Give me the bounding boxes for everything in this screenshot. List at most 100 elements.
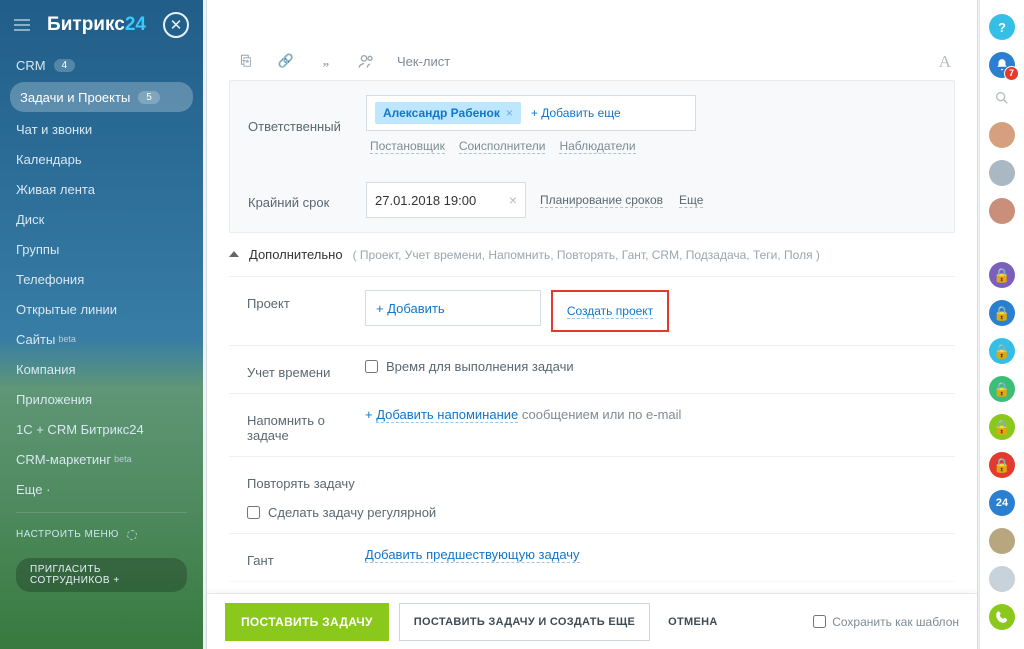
task-panel: ⎘ 🔗 „ Чек-лист A Ответственный Александр… — [207, 0, 977, 649]
sidebar-item-crm[interactable]: CRM 4 — [0, 50, 203, 80]
avatar[interactable] — [989, 528, 1015, 554]
accordion-toggle[interactable]: Дополнительно ( Проект, Учет времени, На… — [229, 233, 955, 276]
bell-icon[interactable]: 7 — [989, 52, 1015, 78]
cancel-button[interactable]: ОТМЕНА — [668, 616, 717, 628]
sidebar-item-label: Календарь — [16, 152, 82, 167]
create-project-link[interactable]: Создать проект — [567, 304, 653, 319]
editor-toolbar: ⎘ 🔗 „ Чек-лист A — [229, 8, 955, 80]
repeat-checkbox-row[interactable]: Сделать задачу регулярной — [247, 505, 436, 520]
avatar[interactable] — [989, 198, 1015, 224]
sidebar-item-label: Компания — [16, 362, 76, 377]
time-checkbox[interactable] — [365, 360, 378, 373]
gantt-label: Гант — [247, 547, 365, 568]
sidebar-item-label: Сайты — [16, 332, 55, 347]
lock-icon[interactable]: 🔒 — [989, 452, 1015, 478]
sidebar-item-label: CRM — [16, 58, 46, 73]
role-coexec-link[interactable]: Соисполнители — [459, 139, 546, 154]
sidebar-item-sites[interactable]: Сайты beta — [0, 324, 203, 354]
save-template-label: Сохранить как шаблон — [832, 615, 959, 629]
footer-bar: ПОСТАВИТЬ ЗАДАЧУ ПОСТАВИТЬ ЗАДАЧУ И СОЗД… — [207, 593, 977, 649]
quote-icon[interactable]: „ — [317, 52, 335, 70]
beta-badge: beta — [58, 334, 76, 344]
sidebar: Битрикс24 ✕ CRM 4 Задачи и Проекты 5 Чат… — [0, 0, 203, 649]
call-icon[interactable] — [989, 604, 1015, 630]
responsible-input[interactable]: Александр Рабенок × Добавить еще — [366, 95, 696, 131]
role-assigner-link[interactable]: Постановщик — [370, 139, 445, 154]
deadline-label: Крайний срок — [248, 191, 366, 210]
chevron-up-icon — [229, 251, 239, 257]
badge: 5 — [138, 91, 160, 104]
sidebar-item-label: Чат и звонки — [16, 122, 92, 137]
sidebar-item-crm-marketing[interactable]: CRM-маркетинг beta — [0, 444, 203, 474]
sidebar-item-feed[interactable]: Живая лента — [0, 174, 203, 204]
sidebar-item-apps[interactable]: Приложения — [0, 384, 203, 414]
sidebar-item-label: Телефония — [16, 272, 84, 287]
deadline-value: 27.01.2018 19:00 — [375, 193, 476, 208]
sidebar-item-telephony[interactable]: Телефония — [0, 264, 203, 294]
responsible-label: Ответственный — [248, 115, 366, 134]
b24-icon[interactable]: 24 — [989, 490, 1015, 516]
details-section: Проект Добавить Создать проект Учет врем… — [229, 276, 955, 593]
avatar[interactable] — [989, 566, 1015, 592]
chip-remove-icon[interactable]: × — [506, 106, 513, 120]
invite-button[interactable]: ПРИГЛАСИТЬ СОТРУДНИКОВ + — [16, 558, 187, 592]
lock-icon[interactable]: 🔒 — [989, 300, 1015, 326]
sidebar-item-label: 1С + CRM Битрикс24 — [16, 422, 144, 437]
project-input[interactable]: Добавить — [365, 290, 541, 326]
avatar[interactable] — [989, 160, 1015, 186]
submit-more-button[interactable]: ПОСТАВИТЬ ЗАДАЧУ И СОЗДАТЬ ЕЩЕ — [399, 603, 650, 641]
close-icon[interactable]: ✕ — [163, 12, 189, 38]
save-template[interactable]: Сохранить как шаблон — [813, 615, 959, 629]
sidebar-item-groups[interactable]: Группы — [0, 234, 203, 264]
link-icon[interactable]: 🔗 — [277, 52, 295, 70]
create-project-highlight: Создать проект — [551, 290, 669, 332]
avatar[interactable] — [989, 122, 1015, 148]
sidebar-item-tasks[interactable]: Задачи и Проекты 5 — [10, 82, 193, 112]
sidebar-item-label: Группы — [16, 242, 59, 257]
lock-icon[interactable]: 🔒 — [989, 262, 1015, 288]
sidebar-item-label: Живая лента — [16, 182, 95, 197]
attach-icon[interactable]: ⎘ — [237, 52, 255, 70]
sidebar-item-1c[interactable]: 1С + CRM Битрикс24 — [0, 414, 203, 444]
sidebar-item-label: Открытые линии — [16, 302, 117, 317]
gantt-add-link[interactable]: Добавить предшествующую задачу — [365, 547, 580, 563]
repeat-checkbox[interactable] — [247, 506, 260, 519]
brand-suffix: 24 — [125, 14, 146, 35]
submit-button[interactable]: ПОСТАВИТЬ ЗАДАЧУ — [225, 603, 389, 641]
mention-icon[interactable] — [357, 52, 375, 70]
clear-icon[interactable]: × — [509, 192, 517, 208]
lock-icon[interactable]: 🔒 — [989, 414, 1015, 440]
project-add-link[interactable]: Добавить — [376, 301, 445, 316]
divider — [16, 512, 187, 513]
menu-icon[interactable] — [14, 19, 30, 31]
settings-label: НАСТРОИТЬ МЕНЮ — [16, 529, 119, 540]
save-template-checkbox[interactable] — [813, 615, 826, 628]
lock-icon[interactable]: 🔒 — [989, 338, 1015, 364]
deadline-input[interactable]: 27.01.2018 19:00 × — [366, 182, 526, 218]
deadline-planning-link[interactable]: Планирование сроков — [540, 193, 663, 208]
sidebar-item-label: Диск — [16, 212, 44, 227]
assignee-chip[interactable]: Александр Рабенок × — [375, 102, 521, 124]
deadline-more-link[interactable]: Еще — [679, 193, 703, 208]
sidebar-item-calendar[interactable]: Календарь — [0, 144, 203, 174]
add-more-link[interactable]: Добавить еще — [531, 106, 621, 120]
remind-label: Напомнить о задаче — [247, 407, 365, 443]
sidebar-item-disk[interactable]: Диск — [0, 204, 203, 234]
sidebar-menu: CRM 4 Задачи и Проекты 5 Чат и звонки Ка… — [0, 44, 203, 602]
font-icon[interactable]: A — [939, 52, 951, 72]
sidebar-item-openlines[interactable]: Открытые линии — [0, 294, 203, 324]
help-icon[interactable]: ? — [989, 14, 1015, 40]
search-icon[interactable] — [994, 90, 1010, 110]
remind-add-link[interactable]: Добавить напоминание — [376, 407, 518, 423]
time-checkbox-row[interactable]: Время для выполнения задачи — [365, 359, 574, 374]
sidebar-item-company[interactable]: Компания — [0, 354, 203, 384]
repeat-label: Повторять задачу — [247, 470, 355, 491]
sidebar-item-chat[interactable]: Чат и звонки — [0, 114, 203, 144]
notif-badge: 7 — [1004, 66, 1019, 81]
lock-icon[interactable]: 🔒 — [989, 376, 1015, 402]
menu-settings[interactable]: НАСТРОИТЬ МЕНЮ — [0, 521, 203, 548]
accordion-title: Дополнительно — [249, 247, 343, 262]
checklist-button[interactable]: Чек-лист — [397, 54, 450, 69]
role-watchers-link[interactable]: Наблюдатели — [559, 139, 635, 154]
sidebar-item-more[interactable]: Еще · — [0, 474, 203, 504]
